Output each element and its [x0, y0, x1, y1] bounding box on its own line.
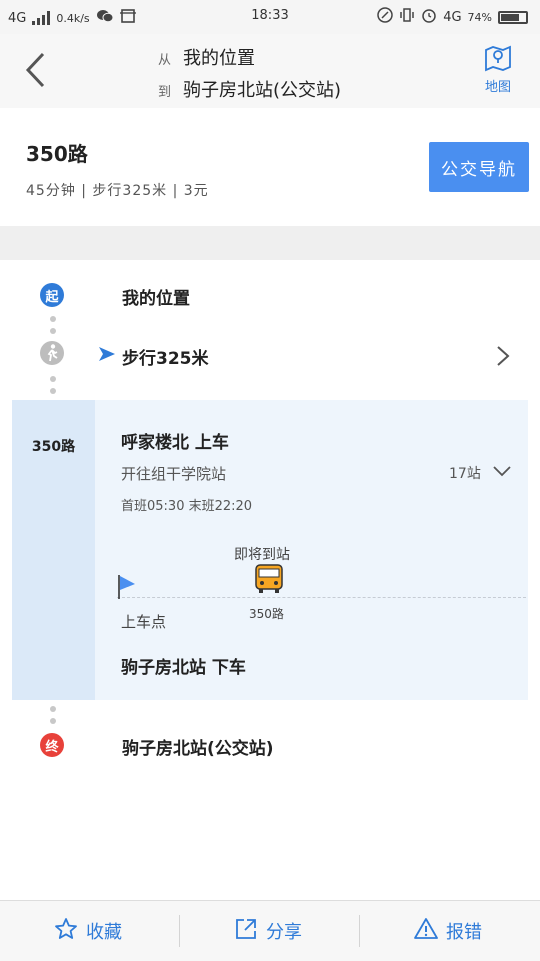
walk-label: 步行325米: [122, 349, 209, 369]
walk-direction-icon: [98, 346, 116, 366]
bus-schedule: 首班05:30 末班22:20: [121, 499, 253, 514]
expand-stops-button[interactable]: 17站: [449, 458, 515, 488]
vibrate-icon: [399, 7, 415, 27]
walk-step[interactable]: 步行325米: [0, 336, 540, 376]
connector-dots: [50, 376, 56, 400]
end-location: 驹子房北站(公交站): [122, 739, 274, 759]
bus-route-label: 350路: [31, 439, 76, 455]
end-badge: 终: [40, 733, 64, 757]
battery-percent: 74%: [467, 10, 492, 24]
arriving-label: 即将到站: [234, 547, 290, 563]
status-bar: 4G 0.4k/s 18:33 4G 74%: [0, 0, 540, 34]
route-from: 从我的位置: [158, 44, 255, 70]
route-meta: 45分钟 | 步行325米 | 3元: [26, 183, 209, 199]
network2-label: 4G: [443, 9, 462, 25]
status-right: 4G 74%: [377, 7, 528, 27]
report-label: 报错: [446, 922, 482, 943]
alarm-icon: [421, 7, 437, 27]
divider: [359, 915, 360, 947]
stop-count: 17站: [449, 466, 481, 482]
board-point-label: 上车点: [121, 613, 167, 631]
route-summary: 350路 45分钟 | 步行325米 | 3元 公交导航: [0, 108, 540, 226]
chevron-down-icon: [493, 462, 511, 481]
route-name: 350路: [26, 142, 88, 166]
walk-icon: [40, 341, 64, 365]
back-button[interactable]: [24, 52, 54, 90]
route-header: 从我的位置 到驹子房北站(公交站) 地图: [0, 34, 540, 109]
share-label: 分享: [266, 922, 302, 943]
bus-position-tag: 350路: [249, 607, 284, 621]
bus-route-column: 350路: [12, 400, 95, 700]
divider: [179, 915, 180, 947]
nfc-icon: [377, 7, 393, 27]
from-prefix: 从: [158, 53, 172, 68]
start-badge: 起: [40, 283, 64, 307]
favorite-label: 收藏: [86, 922, 122, 943]
share-icon: [234, 917, 258, 946]
bus-navigation-button[interactable]: 公交导航: [429, 142, 529, 192]
section-divider: [0, 226, 540, 260]
warning-icon: [414, 917, 438, 946]
board-stop: 呼家楼北 上车: [121, 433, 229, 453]
chevron-right-icon: [496, 345, 510, 371]
map-button[interactable]: 地图: [478, 42, 518, 95]
bottom-action-bar: 收藏 分享 报错: [0, 900, 540, 961]
connector-dots: [50, 706, 56, 730]
battery-icon: [498, 10, 528, 24]
star-icon: [54, 917, 78, 946]
bus-track-line: [117, 597, 526, 598]
bus-direction: 开往组干学院站: [121, 465, 227, 483]
to-location: 驹子房北站(公交站): [183, 80, 342, 101]
board-flag-icon: [117, 574, 137, 604]
from-location: 我的位置: [183, 48, 256, 69]
route-to: 到驹子房北站(公交站): [158, 76, 341, 102]
start-location: 我的位置: [122, 289, 190, 309]
bus-step: 呼家楼北 上车 开往组干学院站 17站 首班05:30 末班22:20 即将到站…: [95, 400, 528, 700]
favorite-button[interactable]: 收藏: [54, 901, 122, 961]
to-prefix: 到: [158, 85, 172, 100]
map-label: 地图: [484, 80, 511, 95]
map-icon: [483, 45, 513, 76]
share-button[interactable]: 分享: [234, 901, 302, 961]
report-button[interactable]: 报错: [414, 901, 482, 961]
alight-stop: 驹子房北站 下车: [121, 658, 246, 678]
bus-icon: [255, 564, 283, 598]
